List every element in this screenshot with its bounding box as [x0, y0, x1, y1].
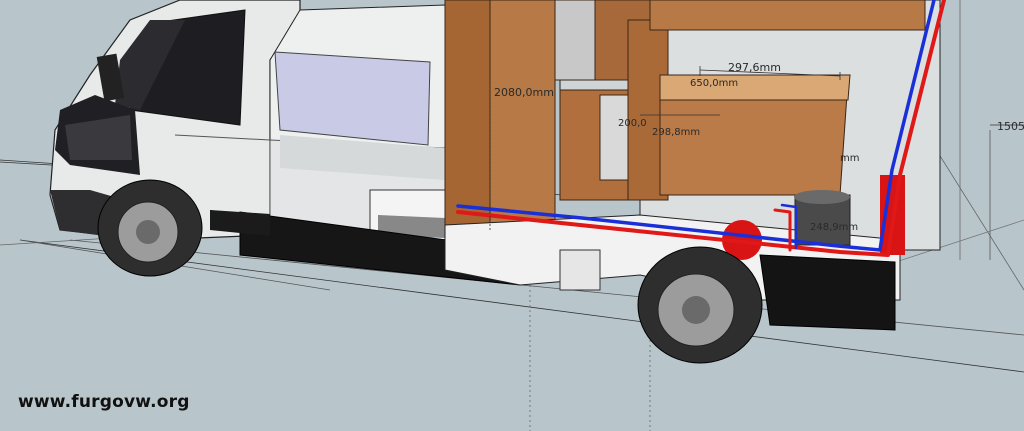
rear-wheel	[637, 246, 763, 364]
dimension-label: 650,0mm	[690, 78, 739, 89]
dimension-label: mm	[840, 153, 860, 164]
watermark: www.furgovw.org	[18, 392, 190, 412]
dimension-label: 1505	[997, 120, 1024, 133]
van-3d-model	[0, 0, 1024, 431]
dimension-label: 200,0	[618, 118, 647, 129]
front-wheel	[97, 179, 203, 277]
dimension-label: 248,9mm	[810, 222, 859, 233]
dimension-label: 297,6mm	[728, 61, 781, 74]
sketchup-viewport[interactable]: 2080,0mm 297,6mm 650,0mm 200,0 298,8mm m…	[0, 0, 1024, 431]
dimension-label: 298,8mm	[652, 127, 701, 138]
dimension-label: 2080,0mm	[494, 86, 554, 99]
